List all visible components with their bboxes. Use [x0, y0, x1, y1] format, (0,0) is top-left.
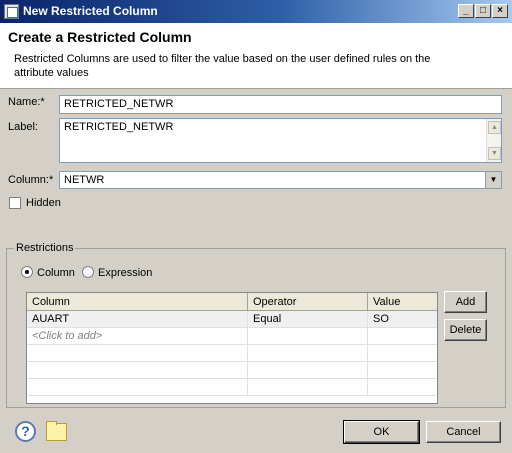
empty-cell — [248, 379, 368, 396]
title-bar: New Restricted Column _ □ × — [0, 0, 512, 23]
empty-cell — [248, 345, 368, 362]
add-button[interactable]: Add — [444, 291, 487, 313]
row-column-cell[interactable]: AUART — [27, 311, 248, 328]
label-label: Label: — [8, 121, 38, 133]
label-scrollbar[interactable]: ▲ ▼ — [486, 119, 501, 162]
operator-header[interactable]: Operator — [248, 293, 368, 311]
note-icon[interactable] — [46, 421, 67, 441]
empty-cell — [27, 379, 248, 396]
click-to-add[interactable]: <Click to add> — [27, 328, 248, 345]
empty-cell — [248, 328, 368, 345]
column-select-value: NETWR — [64, 174, 105, 186]
radio-column[interactable] — [21, 266, 33, 278]
empty-row — [27, 379, 437, 396]
radio-expression[interactable] — [82, 266, 94, 278]
row-operator-cell[interactable]: Equal — [248, 311, 368, 328]
empty-cell — [248, 362, 368, 379]
empty-cell — [27, 362, 248, 379]
label-field[interactable]: RETRICTED_NETWR ▲ ▼ — [59, 118, 502, 163]
page-title: Create a Restricted Column — [8, 29, 192, 45]
window-icon — [4, 4, 19, 19]
scroll-down-icon[interactable]: ▼ — [488, 147, 501, 160]
maximize-icon[interactable]: □ — [475, 4, 491, 18]
page-description: Restricted Columns are used to filter th… — [14, 53, 431, 79]
dialog-header: Create a Restricted Column Restricted Co… — [0, 23, 512, 89]
delete-button[interactable]: Delete — [444, 319, 487, 341]
name-field[interactable]: RETRICTED_NETWR — [59, 95, 502, 114]
close-icon[interactable]: × — [492, 4, 508, 18]
ok-button[interactable]: OK — [343, 420, 420, 444]
column-header[interactable]: Column — [27, 293, 248, 311]
hidden-checkbox[interactable] — [9, 197, 21, 209]
empty-cell — [368, 328, 437, 345]
row-value-cell[interactable]: SO — [368, 311, 437, 328]
empty-row — [27, 362, 437, 379]
empty-cell — [27, 345, 248, 362]
value-header[interactable]: Value — [368, 293, 437, 311]
column-label: Column:* — [8, 174, 54, 186]
hidden-label: Hidden — [26, 197, 61, 209]
label-field-text: RETRICTED_NETWR — [64, 121, 174, 133]
name-label: Name:* — [8, 96, 45, 108]
minimize-icon[interactable]: _ — [458, 4, 474, 18]
empty-row — [27, 345, 437, 362]
radio-column-label: Column — [37, 267, 75, 279]
scroll-up-icon[interactable]: ▲ — [488, 121, 501, 134]
restrictions-table: Column Operator Value AUART Equal SO <Cl… — [26, 292, 438, 404]
window-title: New Restricted Column — [23, 4, 158, 18]
table-row[interactable]: AUART Equal SO — [27, 311, 437, 328]
combo-arrow-icon[interactable]: ▼ — [485, 172, 501, 188]
restrictions-title: Restrictions — [14, 242, 76, 254]
column-select[interactable]: NETWR ▼ — [59, 171, 502, 189]
radio-expression-label: Expression — [98, 267, 153, 279]
add-row[interactable]: <Click to add> — [27, 328, 437, 345]
cancel-button[interactable]: Cancel — [426, 421, 501, 443]
help-icon[interactable]: ? — [15, 421, 36, 442]
